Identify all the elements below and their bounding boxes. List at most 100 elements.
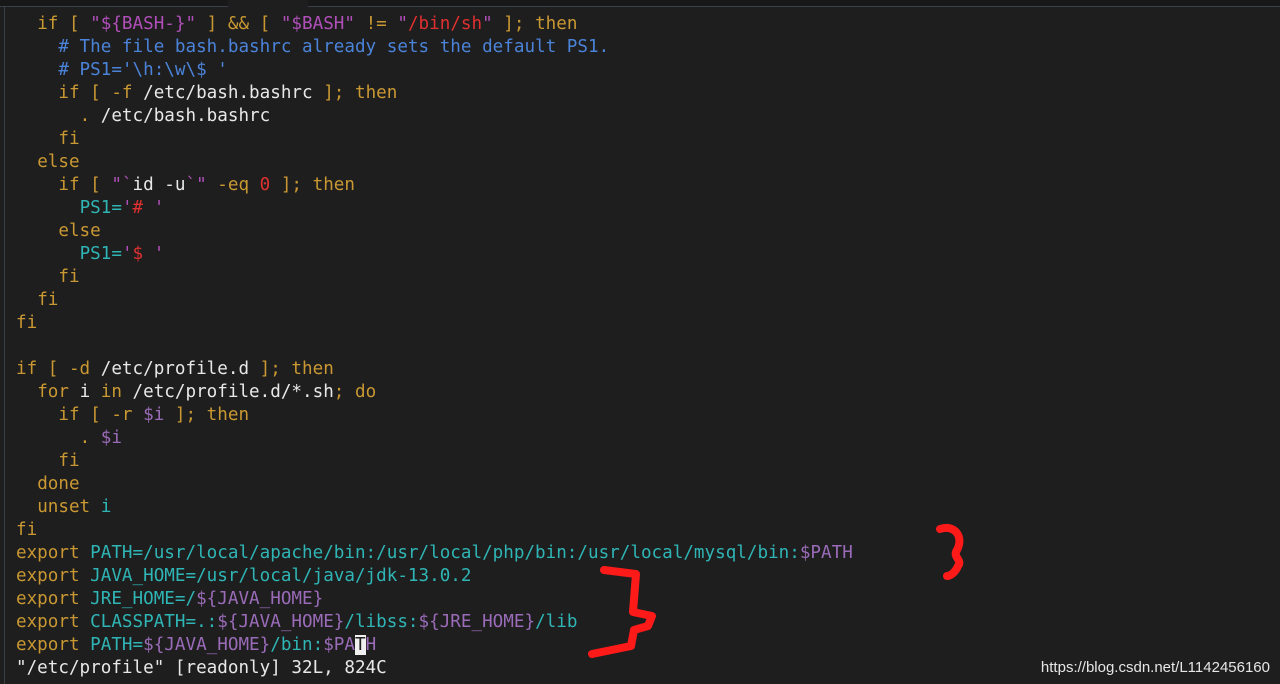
code-line: # The file bash.bashrc already sets the … xyxy=(16,36,853,59)
terminal-editor[interactable]: if [ "${BASH-}" ] && [ "$BASH" != "/bin/… xyxy=(16,13,853,680)
code-line: fi xyxy=(16,312,853,335)
code-token: PS1= xyxy=(79,244,122,264)
watermark: https://blog.csdn.net/L1142456160 xyxy=(1040,659,1270,676)
code-token: /libss: xyxy=(344,612,419,632)
code-token: JRE_HOME=/ xyxy=(90,589,197,609)
code-token: 0 xyxy=(259,175,271,195)
code-line: export PATH=${JAVA_HOME}/bin:$PATH xyxy=(16,634,853,657)
code-token: JAVA_HOME=/usr/local/java/jdk-13.0.2 xyxy=(90,566,472,586)
code-token: $i xyxy=(100,428,122,448)
code-line: # PS1='\h:\w\$ ' xyxy=(16,59,853,82)
code-token: ${JRE_HOME} xyxy=(418,612,536,632)
code-token: ${JAVA_HOME} xyxy=(217,612,345,632)
code-line: if [ "${BASH-}" ] && [ "$BASH" != "/bin/… xyxy=(16,13,853,36)
code-token: else xyxy=(37,152,80,172)
code-line: done xyxy=(16,473,853,496)
code-token: fi xyxy=(16,313,38,333)
code-token: if [ -d xyxy=(16,359,101,379)
code-line: export CLASSPATH=.:${JAVA_HOME}/libss:${… xyxy=(16,611,853,634)
code-line: fi xyxy=(16,128,853,151)
code-token: ]; then xyxy=(249,359,334,379)
vim-status-line: "/etc/profile" [readonly] 32L, 824C xyxy=(16,658,387,678)
code-token: /etc/profile.d/*.sh xyxy=(132,382,334,402)
code-line: fi xyxy=(16,450,853,473)
code-token: PATH=/usr/local/apache/bin:/usr/local/ph… xyxy=(90,543,800,563)
code-token: fi xyxy=(37,290,59,310)
code-token: # PS1='\h:\w\$ ' xyxy=(58,60,228,80)
code-token: H xyxy=(365,635,377,655)
annotation-brace-right xyxy=(936,523,964,580)
code-line: export JRE_HOME=/${JAVA_HOME} xyxy=(16,588,853,611)
code-token: $PATH xyxy=(799,543,853,563)
code-token: ]; then xyxy=(312,83,398,103)
code-token: PATH= xyxy=(90,635,144,655)
code-line: unset i xyxy=(16,496,853,519)
code-token: unset xyxy=(37,497,101,517)
code-token: "${BASH-}" xyxy=(90,14,197,34)
code-token: $i xyxy=(143,405,165,425)
code-token: ${JAVA_HOME} xyxy=(196,589,324,609)
window-left-border xyxy=(4,6,5,684)
code-token: fi xyxy=(58,267,80,287)
code-token: " xyxy=(397,14,408,34)
code-token: `" xyxy=(185,175,207,195)
code-token: if [ -r xyxy=(58,405,144,425)
code-token: ' xyxy=(121,244,133,264)
code-line: PS1='$ ' xyxy=(16,243,853,266)
code-line: if [ -r $i ]; then xyxy=(16,404,853,427)
code-token: ; do xyxy=(333,382,377,402)
code-token: ' xyxy=(121,198,133,218)
code-token: export xyxy=(16,589,91,609)
code-token: PS1= xyxy=(79,198,122,218)
code-token: export xyxy=(16,635,91,655)
active-tab-gap xyxy=(228,0,308,7)
code-token: " xyxy=(482,14,493,34)
code-token: /etc/bash.bashrc xyxy=(100,106,271,126)
code-token: /lib xyxy=(535,612,578,632)
code-token: export xyxy=(16,612,91,632)
code-token: /bin/sh xyxy=(407,14,483,34)
code-token: if [ -f xyxy=(58,83,144,103)
code-line: if [ -d /etc/profile.d ]; then xyxy=(16,358,853,381)
code-token: $ xyxy=(132,244,144,264)
code-token: fi xyxy=(58,451,80,471)
code-token: != xyxy=(355,14,398,34)
code-token: in xyxy=(90,382,133,402)
code-token: # xyxy=(132,198,144,218)
code-token: i xyxy=(100,497,112,517)
code-token: id -u xyxy=(132,175,186,195)
text-cursor: T xyxy=(354,635,366,655)
code-token: else xyxy=(58,221,101,241)
code-token: . xyxy=(79,106,101,126)
code-line: export PATH=/usr/local/apache/bin:/usr/l… xyxy=(16,542,853,565)
code-line: for i in /etc/profile.d/*.sh; do xyxy=(16,381,853,404)
code-line: export JAVA_HOME=/usr/local/java/jdk-13.… xyxy=(16,565,853,588)
code-token: $PA xyxy=(323,635,355,655)
code-line: PS1='# ' xyxy=(16,197,853,220)
code-token: ] && [ xyxy=(196,14,281,34)
code-token: -eq xyxy=(206,175,260,195)
code-token: ${JAVA_HOME} xyxy=(143,635,271,655)
window-top-border xyxy=(0,0,1280,7)
code-line: . /etc/bash.bashrc xyxy=(16,105,853,128)
code-token: if [ xyxy=(37,14,91,34)
code-line: if [ "`id -u`" -eq 0 ]; then xyxy=(16,174,853,197)
code-token: ' xyxy=(143,198,165,218)
code-token: # The file bash.bashrc already sets the … xyxy=(58,37,610,57)
